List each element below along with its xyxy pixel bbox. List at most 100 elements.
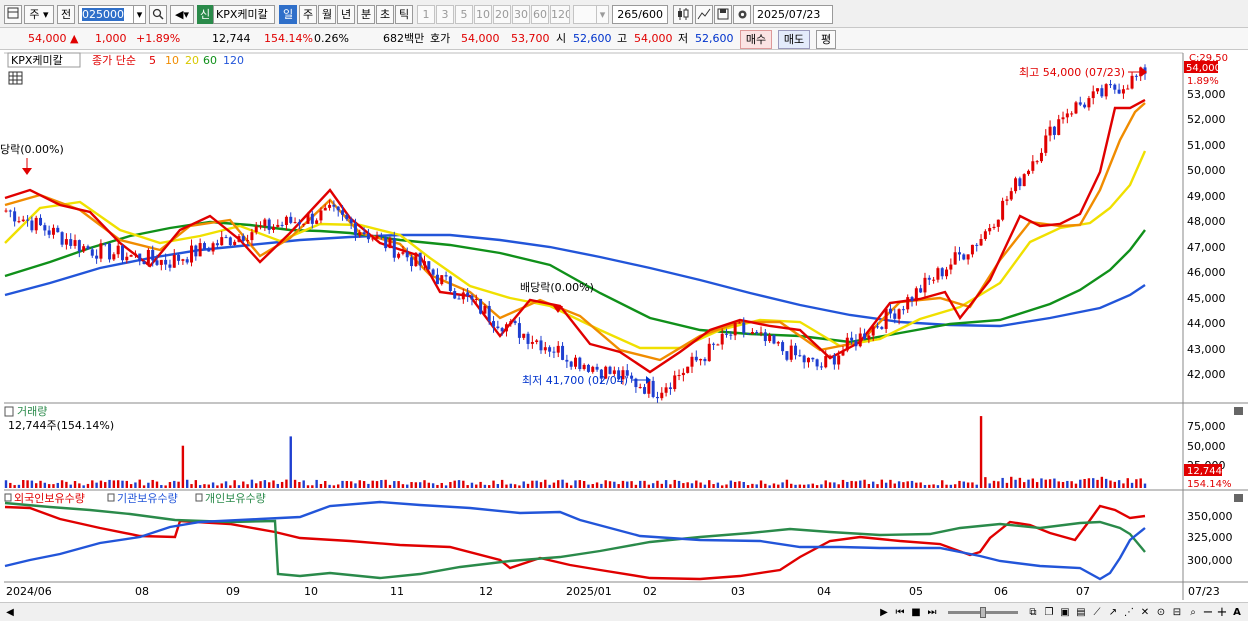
volume-bar (492, 480, 495, 488)
tab-year[interactable]: 년 (337, 5, 355, 24)
candle-body (828, 355, 832, 357)
camera-icon[interactable]: ⊙ (1154, 605, 1168, 620)
volume-bar (634, 484, 638, 488)
tab-second[interactable]: 초 (376, 5, 394, 24)
volume-bar (785, 479, 789, 488)
interval-1[interactable]: 1 (417, 5, 435, 24)
candle-body (837, 355, 841, 365)
volume-bar (78, 483, 81, 488)
fast-forward-icon[interactable]: ⏭ (925, 605, 939, 620)
foreign-checkbox[interactable] (4, 493, 12, 502)
crosshair-icon[interactable] (695, 5, 713, 24)
auto-scale-icon[interactable]: A (1230, 605, 1244, 620)
draw-cross-icon[interactable]: ✕ (1138, 605, 1152, 620)
volume-bar (1122, 483, 1125, 488)
buy-button[interactable]: 매수 (740, 30, 772, 49)
volume-bar (854, 481, 858, 488)
search-zoom-icon[interactable]: ⌕ (1186, 605, 1200, 620)
interval-30[interactable]: 30 (512, 5, 530, 24)
count-field[interactable]: 265/600 (612, 5, 668, 24)
tab-minute[interactable]: 분 (357, 5, 375, 24)
stock-name-field[interactable]: KPX케미칼 (213, 5, 275, 24)
interval-5[interactable]: 5 (455, 5, 473, 24)
chart-menu-icon[interactable] (4, 5, 22, 24)
candle-body (776, 342, 780, 344)
volume-bar (695, 480, 698, 488)
layout-icon[interactable]: ⧉ (1026, 605, 1040, 620)
scroll-right-icon[interactable]: ▶ (878, 605, 890, 620)
institution-checkbox[interactable] (107, 493, 115, 502)
interval-120[interactable]: 120 (550, 5, 570, 24)
volume-bar (362, 481, 366, 488)
volume-bar (647, 484, 651, 488)
volume-panel-checkbox[interactable] (4, 406, 14, 417)
tab-week[interactable]: 주 (299, 5, 317, 24)
prev-button[interactable]: 전 (57, 5, 75, 24)
volume-bar (47, 484, 51, 488)
rewind-icon[interactable]: ⏮ (893, 605, 907, 620)
search-icon[interactable] (149, 5, 167, 24)
zoom-in-icon[interactable]: + (1216, 605, 1228, 620)
scroll-bar[interactable]: ◀ ▶ ⏮ ■ ⏭ ⧉ ❐ ▣ ▤ ⟋ ↗ ⋰ ✕ ⊙ ⊟ ⌕ − + A (0, 602, 1248, 621)
window-icon[interactable]: ▣ (1058, 605, 1072, 620)
date-field[interactable]: 2025/07/23▦ (753, 5, 833, 24)
candle-body (582, 364, 586, 370)
custom-interval-select[interactable]: ▾ (573, 5, 609, 24)
zoom-out-icon[interactable]: − (1202, 605, 1214, 620)
interval-3[interactable]: 3 (436, 5, 454, 24)
gear-icon[interactable] (733, 5, 751, 24)
draw-fib-icon[interactable]: ⋰ (1122, 605, 1136, 620)
candle-body (651, 380, 655, 397)
tab-tick[interactable]: 틱 (395, 5, 413, 24)
restore-icon[interactable]: ⊟ (1170, 605, 1184, 620)
volume-bar (302, 480, 305, 488)
vtick-75000: 75,000 (1187, 420, 1226, 433)
stop-icon[interactable]: ■ (909, 605, 923, 620)
volume-bar (431, 483, 435, 488)
draw-trend-icon[interactable]: ↗ (1106, 605, 1120, 620)
speaker-icon[interactable]: ◀▾ (170, 5, 194, 24)
volume-bar (811, 483, 814, 488)
candle-body (56, 227, 60, 233)
individual-checkbox[interactable] (195, 493, 203, 502)
tab-day[interactable]: 일 (279, 5, 297, 24)
interval-10[interactable]: 10 (474, 5, 492, 24)
volume-bar (60, 480, 64, 488)
interval-60[interactable]: 60 (531, 5, 549, 24)
sell-button[interactable]: 매도 (778, 30, 810, 49)
copy-icon[interactable]: ❐ (1042, 605, 1056, 620)
volume-bar (608, 481, 612, 488)
average-button[interactable]: 평 (816, 30, 836, 49)
save-icon[interactable] (714, 5, 732, 24)
stock-chart[interactable]: KPX케미칼 종가 단순 5 10 20 60 120 최고 54,000 (0… (0, 50, 1248, 602)
scroll-left-icon[interactable]: ◀ (4, 605, 16, 620)
candle-body (1087, 98, 1091, 108)
panel-icon[interactable]: ▤ (1074, 605, 1088, 620)
volume-bar (841, 479, 845, 488)
candle-body (927, 277, 931, 280)
volume-close-icon[interactable] (1234, 407, 1243, 415)
candle-body (1074, 102, 1078, 114)
candle-body (116, 245, 120, 255)
zoom-slider-handle[interactable] (980, 607, 986, 618)
volume-bar (1109, 480, 1112, 488)
candle-body (1113, 84, 1117, 90)
candle-body (440, 275, 444, 285)
candle-body (517, 323, 521, 338)
volume-bar (272, 480, 275, 488)
period-type-select[interactable]: 주 ▾ (24, 5, 54, 24)
calendar-icon[interactable]: ▦ (819, 23, 832, 24)
candle-body (802, 355, 806, 363)
volume-bar (574, 480, 577, 488)
candle-body (789, 345, 793, 360)
tab-month[interactable]: 월 (318, 5, 336, 24)
grid-toggle-icon[interactable] (8, 71, 23, 85)
holdings-close-icon[interactable] (1234, 494, 1243, 502)
candle-body (1039, 152, 1043, 162)
stock-code-input[interactable]: 025000 ▾ (78, 5, 146, 24)
draw-line-icon[interactable]: ⟋ (1090, 605, 1104, 620)
candle-body (539, 340, 543, 351)
interval-20[interactable]: 20 (493, 5, 511, 24)
candle-body (712, 343, 716, 345)
candle-type-icon[interactable] (673, 5, 693, 24)
